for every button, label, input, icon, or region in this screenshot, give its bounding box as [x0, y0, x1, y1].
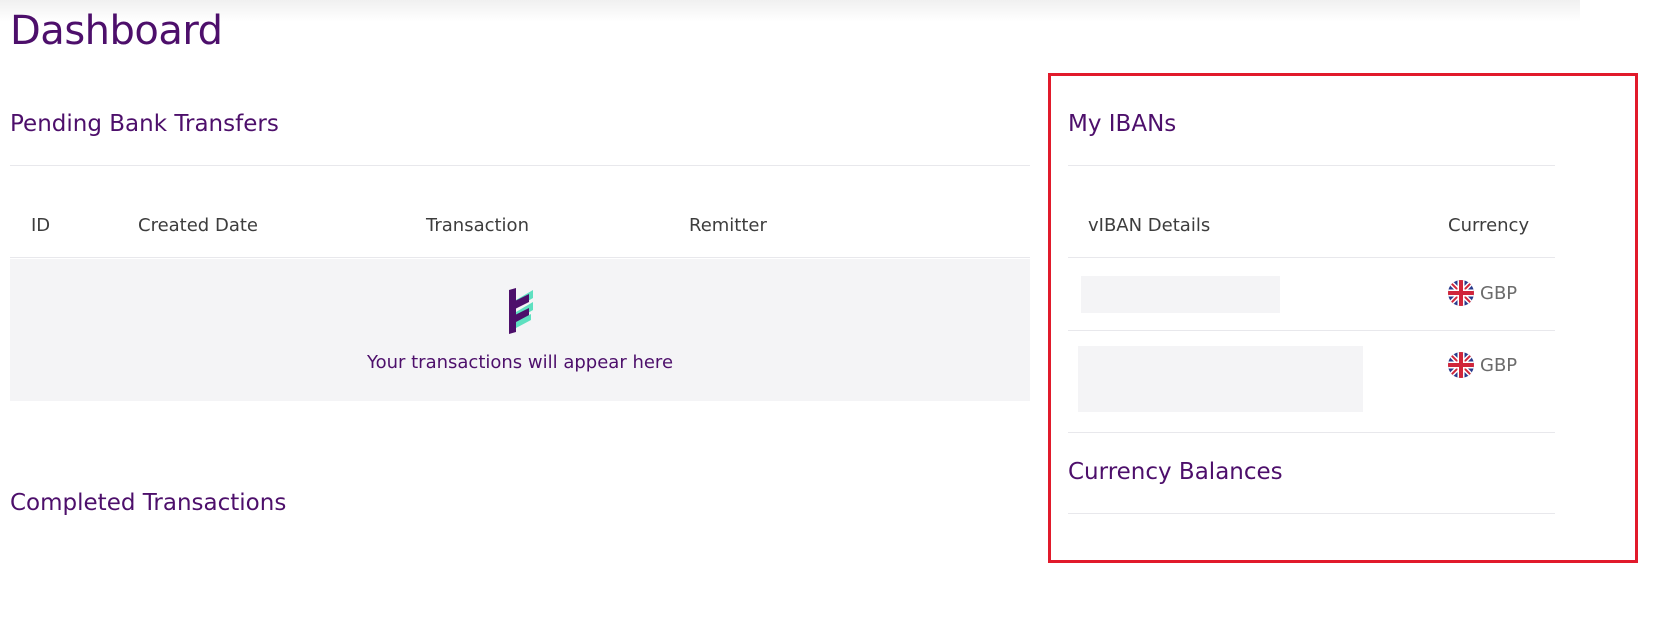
ibans-header-divider — [1068, 257, 1555, 258]
viban-details-placeholder — [1078, 346, 1363, 412]
header-shadow — [0, 0, 1580, 22]
empty-state-message: Your transactions will appear here — [366, 352, 674, 373]
uk-flag-icon — [1448, 352, 1474, 378]
page-title: Dashboard — [10, 8, 223, 54]
column-header-viban-details: vIBAN Details — [1088, 215, 1211, 236]
table-header-divider — [10, 257, 1030, 258]
pending-transfers-title: Pending Bank Transfers — [10, 111, 279, 137]
column-header-created-date: Created Date — [138, 215, 258, 236]
currency-cell: GBP — [1448, 280, 1517, 306]
currency-cell: GBP — [1448, 352, 1517, 378]
pending-title-divider — [10, 165, 1030, 166]
dashboard-page: Dashboard Pending Bank Transfers ID Crea… — [0, 0, 1654, 620]
highlight-frame — [1048, 73, 1638, 563]
striped-logo-icon — [509, 288, 533, 334]
ibans-title-divider — [1068, 165, 1555, 166]
iban-row-divider — [1068, 330, 1555, 331]
uk-flag-icon — [1448, 280, 1474, 306]
currency-code: GBP — [1480, 282, 1518, 304]
viban-details-placeholder — [1081, 276, 1280, 313]
currency-balances-title: Currency Balances — [1068, 459, 1283, 485]
column-header-transaction: Transaction — [426, 215, 529, 236]
balances-title-divider — [1068, 513, 1555, 514]
column-header-currency: Currency — [1448, 215, 1530, 236]
column-header-remitter: Remitter — [689, 215, 767, 236]
iban-row-divider — [1068, 432, 1555, 433]
completed-transactions-title: Completed Transactions — [10, 490, 287, 516]
my-ibans-title: My IBANs — [1068, 111, 1177, 137]
column-header-id: ID — [31, 215, 51, 236]
currency-code: GBP — [1480, 354, 1518, 376]
